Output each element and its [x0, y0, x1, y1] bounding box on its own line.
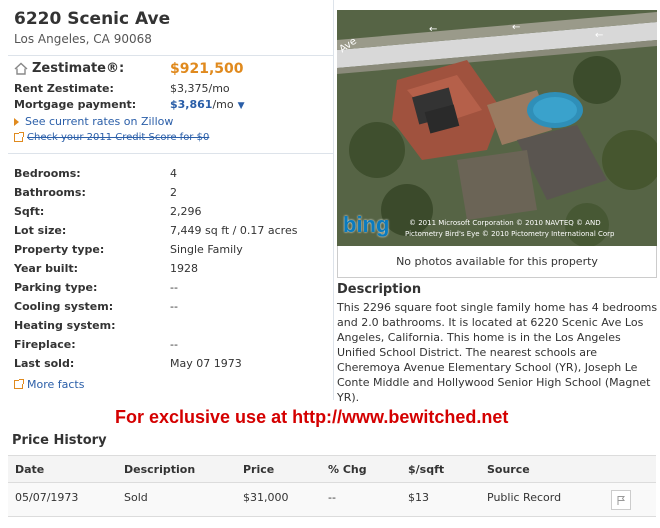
fact-label-fireplace: Fireplace:: [14, 338, 76, 351]
svg-text:←: ←: [429, 24, 437, 35]
more-facts-icon: [14, 379, 24, 389]
fact-value-fireplace: --: [170, 338, 178, 351]
property-summary: 6220 Scenic Ave Los Angeles, CA 90068 Ze…: [8, 0, 334, 400]
zestimate-row: Zestimate®:: [14, 61, 124, 76]
description-text: This 2296 square foot single family home…: [337, 301, 658, 404]
description-title: Description: [337, 282, 422, 297]
fact-label-year-built: Year built:: [14, 262, 78, 275]
cell-description: Sold: [124, 491, 148, 504]
divider: [8, 55, 334, 56]
rent-zestimate-value: $3,375/mo: [170, 82, 230, 95]
fact-label-property-type: Property type:: [14, 243, 105, 256]
cell-price: $31,000: [243, 491, 289, 504]
aerial-photo[interactable]: ← ← ← Ave bing © 2011 Microsoft Corporat…: [337, 10, 657, 246]
mortgage-suffix: /mo: [212, 98, 234, 111]
table-row: 05/07/1973 Sold $31,000 -- $13 Public Re…: [8, 483, 656, 517]
price-history-title: Price History: [12, 433, 107, 448]
rates-link-label: See current rates on Zillow: [25, 115, 174, 128]
mortgage-payment-dropdown[interactable]: $3,861/mo ▼: [170, 98, 245, 111]
price-history-header: Date Description Price % Chg $/sqft Sour…: [8, 455, 656, 483]
bing-logo: bing: [343, 212, 390, 237]
fact-value-bathrooms: 2: [170, 186, 177, 199]
col-chg: % Chg: [328, 463, 367, 476]
mortgage-value: $3,861: [170, 98, 213, 111]
more-facts-label: More facts: [27, 378, 85, 391]
cell-chg: --: [328, 491, 336, 504]
fact-label-lot-size: Lot size:: [14, 224, 67, 237]
aerial-map-image: ← ← ←: [337, 10, 657, 246]
flag-button[interactable]: [611, 490, 631, 510]
credit-score-link[interactable]: Check your 2011 Credit Score for $0: [14, 132, 209, 143]
fact-value-bedrooms: 4: [170, 167, 177, 180]
fact-value-sqft: 2,296: [170, 205, 202, 218]
fact-label-cooling-system: Cooling system:: [14, 300, 114, 313]
cell-sqft: $13: [408, 491, 429, 504]
cell-date: 05/07/1973: [15, 491, 79, 504]
photo-copyright-1: © 2011 Microsoft Corporation © 2010 NAVT…: [409, 219, 601, 227]
fact-value-parking-type: --: [170, 281, 178, 294]
col-price: Price: [243, 463, 275, 476]
watermark-text: For exclusive use at http://www.bewitche…: [115, 407, 509, 427]
fact-value-property-type: Single Family: [170, 243, 243, 256]
photo-caption: No photos available for this property: [337, 246, 657, 278]
fact-label-last-sold: Last sold:: [14, 357, 75, 370]
address-city: Los Angeles, CA 90068: [14, 32, 152, 46]
credit-link-label: Check your 2011 Credit Score for $0: [27, 132, 210, 143]
mortgage-label: Mortgage payment:: [14, 98, 137, 111]
fact-value-year-built: 1928: [170, 262, 198, 275]
fact-label-sqft: Sqft:: [14, 205, 45, 218]
svg-text:←: ←: [512, 22, 520, 33]
svg-text:←: ←: [595, 30, 603, 41]
fact-label-bedrooms: Bedrooms:: [14, 167, 81, 180]
zestimate-value: $921,500: [170, 61, 244, 77]
flag-icon: [617, 495, 625, 505]
rent-zestimate-label: Rent Zestimate:: [14, 82, 114, 95]
fact-value-lot-size: 7,449 sq ft / 0.17 acres: [170, 224, 298, 237]
rates-link[interactable]: See current rates on Zillow: [14, 115, 173, 128]
col-sqft: $/sqft: [408, 463, 445, 476]
col-date: Date: [15, 463, 45, 476]
dropdown-caret-icon: ▼: [237, 101, 245, 111]
col-description: Description: [124, 463, 196, 476]
col-source: Source: [487, 463, 530, 476]
external-link-icon: [14, 132, 24, 142]
fact-label-heating-system: Heating system:: [14, 319, 116, 332]
zestimate-label: Zestimate®:: [32, 61, 125, 76]
divider: [8, 153, 334, 154]
house-icon: [14, 62, 28, 75]
more-facts-link[interactable]: More facts: [14, 378, 84, 391]
fact-label-parking-type: Parking type:: [14, 281, 98, 294]
fact-value-last-sold: May 07 1973: [170, 357, 242, 370]
photo-copyright-2: Pictometry Bird's Eye © 2010 Pictometry …: [405, 230, 615, 238]
fact-value-cooling-system: --: [170, 300, 178, 313]
fact-label-bathrooms: Bathrooms:: [14, 186, 86, 199]
address-street: 6220 Scenic Ave: [14, 9, 171, 29]
cell-source: Public Record: [487, 491, 562, 504]
triangle-right-icon: [14, 117, 19, 126]
